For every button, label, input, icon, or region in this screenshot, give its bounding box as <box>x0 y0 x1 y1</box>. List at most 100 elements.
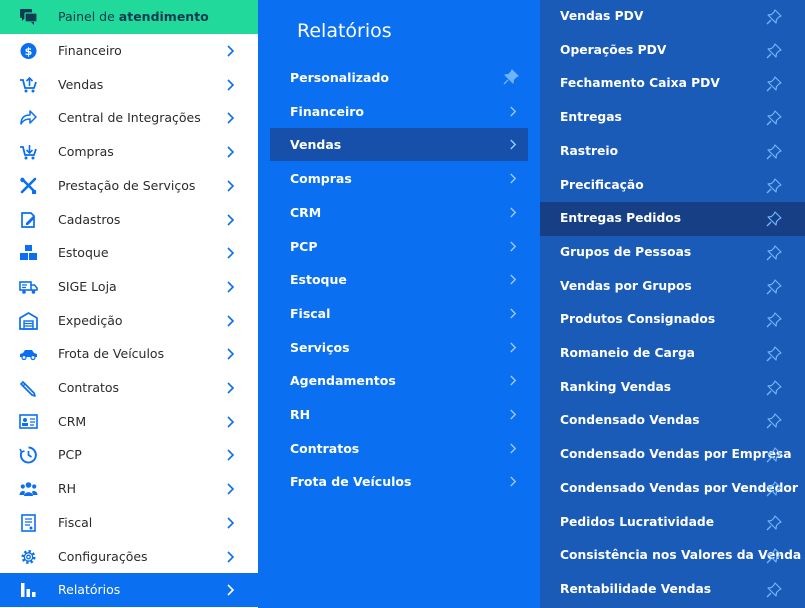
pin-icon[interactable] <box>766 144 782 160</box>
category-item-personalizado[interactable]: Personalizado <box>270 61 528 94</box>
pin-icon[interactable] <box>766 211 782 227</box>
sidebar-item-label: Prestação de Serviços <box>58 177 196 193</box>
category-item-vendas[interactable]: Vendas <box>270 128 528 162</box>
pin-icon[interactable] <box>766 76 782 92</box>
sidebar-item-fiscal[interactable]: Fiscal <box>0 506 258 540</box>
report-item-rentabilidade-vendas[interactable]: Rentabilidade Vendas <box>540 573 805 607</box>
sidebar-item-sige-loja[interactable]: SIGE Loja <box>0 270 258 304</box>
cart-up-icon <box>19 76 38 94</box>
report-item-vendas-pdv[interactable]: Vendas PDV <box>540 0 805 34</box>
chevron-right-icon <box>226 145 235 159</box>
chevron-right-icon <box>226 280 235 294</box>
report-item-condensado-vendas[interactable]: Condensado Vendas <box>540 404 805 438</box>
sidebar-item-relatorios[interactable]: Relatórios <box>0 573 258 608</box>
pin-icon[interactable] <box>766 548 782 564</box>
sidebar-item-estoque[interactable]: Estoque <box>0 236 258 270</box>
category-item-estoque[interactable]: Estoque <box>270 263 528 296</box>
report-item-condensado-vendas-por-vendedor[interactable]: Condensado Vendas por Vendedor <box>540 472 805 506</box>
pin-icon[interactable] <box>766 346 782 362</box>
pin-icon[interactable] <box>766 413 782 429</box>
sidebar-item-crm[interactable]: CRM <box>0 405 258 439</box>
report-item-romaneio-de-carga[interactable]: Romaneio de Carga <box>540 337 805 371</box>
report-item-fechamento-caixa-pdv[interactable]: Fechamento Caixa PDV <box>540 67 805 101</box>
category-item-fiscal[interactable]: Fiscal <box>270 297 528 330</box>
category-item-contratos[interactable]: Contratos <box>270 432 528 465</box>
pin-icon[interactable] <box>766 582 782 598</box>
sidebar-item-painel-atendimento[interactable]: Painel de atendimento <box>0 0 258 34</box>
category-item-crm[interactable]: CRM <box>270 196 528 229</box>
chevron-right-icon <box>226 78 235 92</box>
sidebar-item-expedicao[interactable]: Expedição <box>0 304 258 338</box>
report-item-grupos-de-pessoas[interactable]: Grupos de Pessoas <box>540 236 805 270</box>
chevron-right-icon <box>226 111 235 125</box>
report-item-precificacao[interactable]: Precificação <box>540 169 805 203</box>
report-item-label: Grupos de Pessoas <box>560 244 692 259</box>
category-item-frota-de-veiculos[interactable]: Frota de Veículos <box>270 465 528 498</box>
category-item-label: Fiscal <box>290 305 331 321</box>
category-item-agendamentos[interactable]: Agendamentos <box>270 364 528 397</box>
pin-icon[interactable] <box>766 514 782 531</box>
pin-icon[interactable] <box>766 9 782 25</box>
report-item-label: Entregas Pedidos <box>560 211 682 226</box>
chevron-right-icon <box>509 341 517 354</box>
category-item-rh[interactable]: RH <box>270 398 528 431</box>
pin-icon[interactable] <box>766 312 782 328</box>
report-item-vendas-por-grupos[interactable]: Vendas por Grupos <box>540 270 805 304</box>
sidebar-item-label: Financeiro <box>58 43 122 58</box>
pin-icon[interactable] <box>766 380 782 396</box>
sidebar-item-cadastros[interactable]: Cadastros <box>0 203 258 237</box>
panel-title: Relatórios <box>297 20 392 42</box>
sidebar-item-financeiro[interactable]: $ Financeiro <box>0 34 258 68</box>
edit-icon <box>19 211 38 229</box>
pin-icon[interactable] <box>766 110 782 126</box>
sidebar-item-label: Compras <box>58 144 114 160</box>
document-icon <box>19 513 38 532</box>
chevron-right-icon <box>226 179 235 193</box>
category-item-label: Estoque <box>290 272 347 288</box>
report-item-pedidos-lucratividade[interactable]: Pedidos Lucratividade <box>540 506 805 540</box>
pin-icon[interactable] <box>503 69 519 85</box>
report-item-label: Operações PDV <box>560 42 667 57</box>
share-arrow-icon <box>19 109 38 127</box>
category-item-servicos[interactable]: Serviços <box>270 331 528 364</box>
report-item-rastreio[interactable]: Rastreio <box>540 135 805 169</box>
pin-icon[interactable] <box>766 278 782 295</box>
report-item-produtos-consignados[interactable]: Produtos Consignados <box>540 303 805 337</box>
boxes-icon <box>19 244 38 262</box>
category-item-compras[interactable]: Compras <box>270 162 528 195</box>
sidebar-item-vendas[interactable]: Vendas <box>0 68 258 102</box>
sidebar-item-central-de-integracoes[interactable]: Central de Integrações <box>0 101 258 135</box>
tools-icon <box>19 177 38 195</box>
report-item-operacoes-pdv[interactable]: Operações PDV <box>540 34 805 68</box>
category-item-label: Vendas <box>290 137 342 153</box>
report-item-ranking-vendas[interactable]: Ranking Vendas <box>540 371 805 405</box>
warehouse-icon <box>19 311 38 330</box>
sidebar-item-compras[interactable]: Compras <box>0 135 258 169</box>
gear-icon <box>19 548 38 566</box>
report-item-label: Entregas <box>560 110 622 125</box>
pin-icon[interactable] <box>766 245 782 261</box>
sidebar-item-configuracoes[interactable]: Configurações <box>0 540 258 574</box>
sidebar-item-contratos[interactable]: Contratos <box>0 371 258 405</box>
report-item-entregas-pedidos[interactable]: Entregas Pedidos <box>540 202 805 237</box>
category-item-pcp[interactable]: PCP <box>270 230 528 263</box>
sidebar-item-label: Expedição <box>58 312 123 328</box>
sidebar-item-frota-de-veiculos[interactable]: Frota de Veículos <box>0 337 258 371</box>
pin-icon[interactable] <box>766 447 782 463</box>
sidebar-item-pcp[interactable]: PCP <box>0 438 258 472</box>
report-item-consistencia-nos-valores-da-venda[interactable]: Consistência nos Valores da Venda <box>540 539 805 573</box>
category-item-financeiro[interactable]: Financeiro <box>270 95 528 128</box>
category-item-label: RH <box>290 407 311 422</box>
report-item-condensado-vendas-por-empresa[interactable]: Condensado Vendas por Empresa <box>540 438 805 472</box>
sidebar-item-rh[interactable]: RH <box>0 472 258 506</box>
report-item-label: Rentabilidade Vendas <box>560 581 712 596</box>
pen-icon <box>19 379 38 397</box>
pin-icon[interactable] <box>766 177 782 194</box>
pin-icon[interactable] <box>766 481 782 497</box>
category-item-label: Contratos <box>290 440 360 456</box>
users-icon <box>19 480 38 498</box>
sidebar-item-prestacao-de-servicos[interactable]: Prestação de Serviços <box>0 169 258 203</box>
pin-icon[interactable] <box>766 43 782 59</box>
report-item-label: Fechamento Caixa PDV <box>560 76 720 91</box>
report-item-entregas[interactable]: Entregas <box>540 101 805 135</box>
